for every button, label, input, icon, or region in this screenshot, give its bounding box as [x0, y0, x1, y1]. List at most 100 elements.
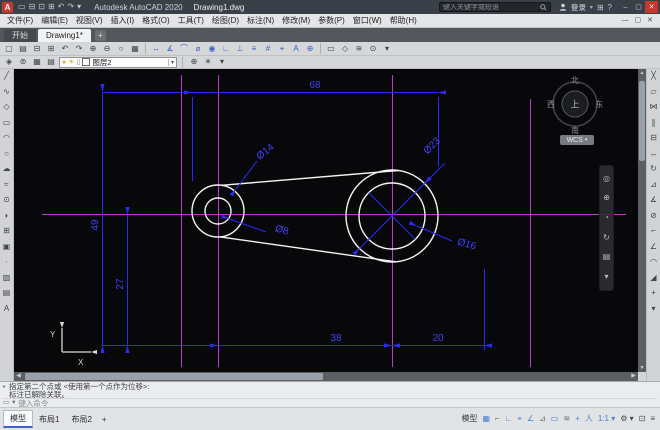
- viewcube-north[interactable]: 北: [571, 76, 579, 85]
- menu-item[interactable]: 标注(N): [243, 15, 278, 26]
- tab-layout1[interactable]: 布局1: [33, 411, 65, 428]
- draw-tool-icon[interactable]: ◇: [3, 103, 9, 111]
- status-toggle[interactable]: 1:1 ▾: [598, 415, 615, 423]
- horizontal-scrollbar[interactable]: ◀ ▶: [14, 372, 638, 381]
- draw-tool-icon[interactable]: ∙: [5, 258, 7, 266]
- draw-tool-icon[interactable]: ▨: [3, 273, 11, 282]
- toolbar-icon[interactable]: ▾: [381, 43, 393, 55]
- draw-tool-icon[interactable]: ◠: [3, 134, 10, 142]
- drawing-window-button[interactable]: ✕: [647, 17, 653, 24]
- qat-icon[interactable]: ▭: [18, 3, 26, 11]
- status-toggle[interactable]: +: [575, 415, 580, 423]
- modify-tool-icon[interactable]: ⌐: [651, 227, 656, 235]
- toolbar-icon[interactable]: ⊙: [367, 43, 379, 55]
- toolbar-icon[interactable]: ⊟: [31, 43, 43, 55]
- draw-tool-icon[interactable]: ☁: [3, 165, 11, 173]
- scroll-up-arrow[interactable]: ▲: [638, 69, 646, 77]
- modify-tool-icon[interactable]: ↻: [650, 165, 657, 173]
- horizontal-scroll-thumb[interactable]: [25, 373, 323, 380]
- dimension-tool-icon[interactable]: ↔: [150, 43, 162, 55]
- wcs-button[interactable]: WCS ▾: [560, 135, 594, 145]
- draw-tool-icon[interactable]: ⊞: [3, 227, 10, 235]
- toolbar-icon[interactable]: ▢: [3, 43, 15, 55]
- toolbar-icon[interactable]: ▤: [17, 43, 29, 55]
- dimension-tool-icon[interactable]: ⊥: [234, 43, 246, 55]
- modify-tool-icon[interactable]: +: [651, 289, 656, 297]
- dimension-tool-icon[interactable]: ◉: [206, 43, 218, 55]
- menu-item[interactable]: 插入(I): [107, 15, 139, 26]
- status-toggle[interactable]: 模型: [461, 415, 477, 423]
- menu-item[interactable]: 帮助(H): [386, 15, 421, 26]
- draw-tool-icon[interactable]: A: [4, 304, 9, 313]
- search-input[interactable]: [442, 3, 538, 11]
- tab-layout2[interactable]: 布局2: [65, 411, 97, 428]
- draw-tool-icon[interactable]: ⊙: [3, 196, 10, 204]
- app-store-icon[interactable]: ⊞: [597, 3, 604, 12]
- status-toggle[interactable]: ∟: [505, 415, 513, 423]
- modify-tool-icon[interactable]: ↔: [650, 149, 658, 158]
- status-toggle[interactable]: ∠: [527, 415, 534, 423]
- modify-tool-icon[interactable]: ╳: [651, 72, 656, 80]
- dimension-tool-icon[interactable]: ∡: [164, 43, 176, 55]
- modify-tool-icon[interactable]: ∡: [650, 196, 657, 204]
- showmotion-icon[interactable]: ▤: [603, 253, 611, 261]
- status-toggle[interactable]: ⌐: [495, 415, 500, 423]
- draw-tool-icon[interactable]: ▭: [3, 118, 11, 127]
- minimize-button[interactable]: –: [619, 1, 632, 13]
- vertical-scroll-thumb[interactable]: [639, 81, 645, 161]
- viewcube-east[interactable]: 东: [595, 99, 603, 109]
- status-toggle[interactable]: ▭: [551, 415, 559, 423]
- modify-tool-icon[interactable]: ⊟: [650, 134, 657, 142]
- status-toggle[interactable]: ⊿: [539, 415, 546, 423]
- scroll-left-arrow[interactable]: ◀: [14, 372, 23, 381]
- draw-tool-icon[interactable]: ╱: [4, 72, 9, 80]
- dimension-tool-icon[interactable]: ⌀: [192, 43, 204, 55]
- status-toggle[interactable]: ⚙ ▾: [620, 415, 633, 423]
- status-toggle[interactable]: ▦: [482, 415, 490, 423]
- status-toggle[interactable]: ≡: [650, 415, 655, 423]
- toolbar-icon[interactable]: ≋: [353, 43, 365, 55]
- draw-tool-icon[interactable]: ∿: [3, 87, 10, 96]
- dimension-tool-icon[interactable]: ⊕: [304, 43, 316, 55]
- dimension-tool-icon[interactable]: #: [262, 43, 274, 55]
- scroll-right-arrow[interactable]: ▶: [629, 372, 638, 381]
- menu-item[interactable]: 文件(F): [3, 15, 37, 26]
- viewcube-west[interactable]: 西: [547, 100, 555, 109]
- toolbar-icon[interactable]: ▤: [45, 56, 57, 68]
- toolbar-icon[interactable]: ↶: [59, 43, 71, 55]
- viewcube-south[interactable]: 南: [571, 125, 579, 135]
- chevron-down-icon[interactable]: ▾: [12, 400, 15, 407]
- toolbar-icon[interactable]: ⊕: [188, 56, 200, 68]
- toolbar-icon[interactable]: ▭: [325, 43, 337, 55]
- close-button[interactable]: ✕: [645, 1, 658, 13]
- status-toggle[interactable]: ⊡: [639, 415, 646, 423]
- qat-icon[interactable]: ⊡: [38, 3, 45, 11]
- status-toggle[interactable]: 人: [585, 415, 593, 423]
- maximize-button[interactable]: ▢: [632, 1, 645, 13]
- modify-tool-icon[interactable]: ▱: [650, 87, 656, 96]
- status-toggle[interactable]: ⌖: [518, 415, 523, 423]
- chevron-down-icon[interactable]: ▾: [167, 58, 174, 66]
- steering-wheel-icon[interactable]: ◎: [603, 174, 610, 183]
- toolbar-icon[interactable]: ⊖: [101, 43, 113, 55]
- menu-item[interactable]: 窗口(W): [349, 15, 386, 26]
- dimension-tool-icon[interactable]: ⌖: [276, 43, 288, 55]
- menu-item[interactable]: 工具(T): [174, 15, 208, 26]
- viewcube-top-face[interactable]: 上: [570, 100, 579, 110]
- orbit-icon[interactable]: ↻: [603, 233, 610, 242]
- menu-item[interactable]: 视图(V): [72, 15, 107, 26]
- dimension-tool-icon[interactable]: ≡: [248, 43, 260, 55]
- qat-icon[interactable]: ↶: [58, 3, 65, 11]
- modify-tool-icon[interactable]: ◠: [650, 258, 657, 266]
- qat-icon[interactable]: ⊟: [29, 3, 36, 11]
- modify-tool-icon[interactable]: ⋈: [650, 103, 658, 111]
- toolbar-icon[interactable]: ○: [115, 43, 127, 55]
- tab-start[interactable]: 开始: [4, 29, 36, 42]
- search-box[interactable]: [438, 2, 551, 12]
- status-toggle[interactable]: ≋: [563, 415, 570, 423]
- dimension-tool-icon[interactable]: ⌒: [178, 43, 190, 55]
- pan-icon[interactable]: ⊕: [603, 194, 610, 202]
- qat-icon[interactable]: ⊞: [48, 3, 55, 11]
- chevron-down-icon[interactable]: ▾: [604, 273, 608, 281]
- new-drawing-tab-button[interactable]: +: [94, 30, 106, 41]
